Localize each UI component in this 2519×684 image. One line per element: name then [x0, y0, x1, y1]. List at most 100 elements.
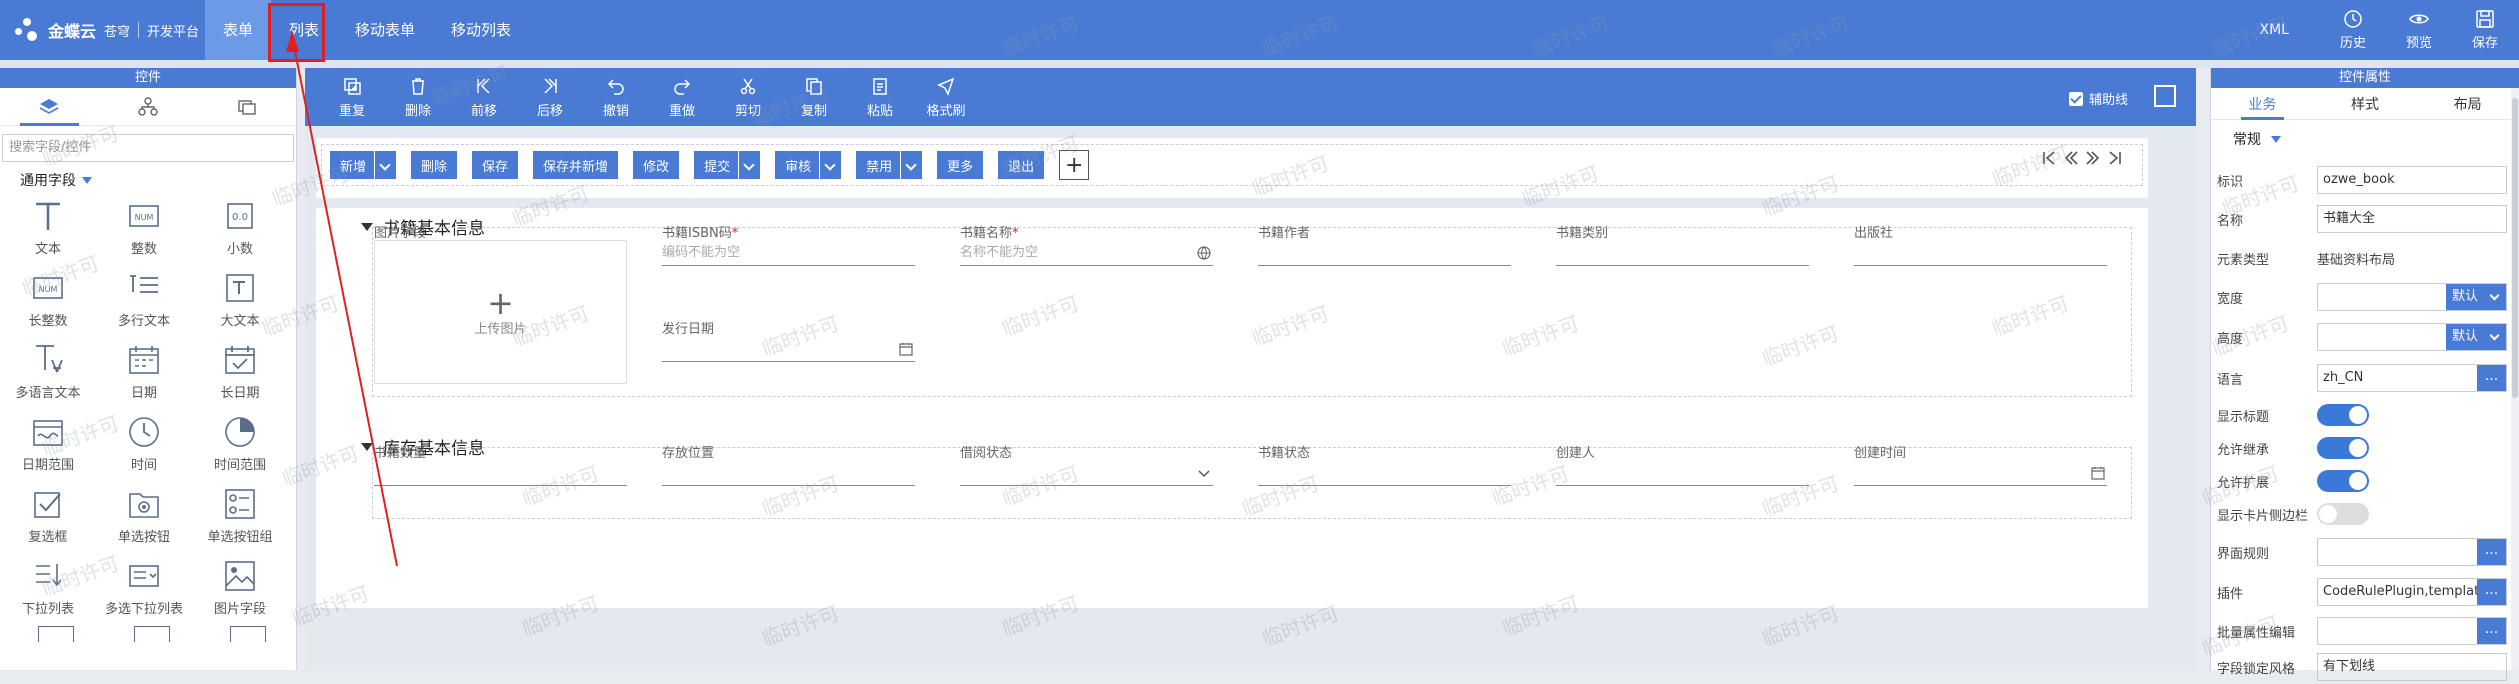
undo-button[interactable]: 撤销 [583, 76, 649, 119]
more-dots-button[interactable]: ... [2477, 365, 2506, 391]
control-item-15[interactable]: 下拉列表 [0, 558, 96, 618]
preview-button[interactable]: 预览 [2387, 9, 2451, 51]
action-button-9[interactable]: 退出 [998, 151, 1045, 179]
delete-button[interactable]: 删除 [385, 76, 451, 119]
fullscreen-icon[interactable] [2154, 85, 2176, 107]
action-button-7[interactable]: 禁用 [856, 151, 923, 179]
nav-item-3[interactable]: 移动列表 [433, 0, 529, 60]
chevron-down-icon[interactable] [1197, 466, 1211, 480]
calendar-icon[interactable] [2091, 466, 2105, 480]
field-input[interactable] [960, 460, 1213, 486]
control-item-12[interactable]: 复选框 [0, 486, 96, 546]
action-button-0[interactable]: 新增 [330, 151, 397, 179]
control-item-0[interactable]: 文本 [0, 198, 96, 258]
nav-item-2[interactable]: 移动表单 [337, 0, 433, 60]
properties-scrollbar[interactable] [2511, 88, 2519, 670]
field-input[interactable] [662, 336, 915, 362]
control-item-14[interactable]: 单选按钮组 [192, 486, 288, 546]
copy-button[interactable]: 复制 [781, 76, 847, 119]
field-input[interactable]: 编码不能为空 [662, 240, 915, 266]
tab-business[interactable]: 业务 [2211, 88, 2314, 120]
action-button-4[interactable]: 修改 [633, 151, 680, 179]
history-button[interactable]: 历史 [2321, 9, 2385, 51]
property-input[interactable]: 默认 [2317, 323, 2507, 351]
control-item-9[interactable]: 日期范围 [0, 414, 96, 474]
property-group-select[interactable]: 常规 [2211, 120, 2519, 158]
nav-item-0[interactable]: 表单 [205, 0, 272, 60]
property-input[interactable]: ... [2317, 538, 2507, 566]
more-dots-button[interactable]: ... [2477, 539, 2506, 565]
aux-line-toggle[interactable]: 辅助线 [2068, 89, 2128, 108]
action-button-6[interactable]: 审核 [775, 151, 842, 179]
action-button-3[interactable]: 保存并新增 [533, 151, 619, 179]
table-field-icon[interactable] [134, 626, 170, 642]
control-item-3[interactable]: NUM 长整数 [0, 270, 96, 330]
xml-button[interactable]: XML [2260, 22, 2289, 38]
field-input[interactable] [1556, 460, 1809, 486]
control-item-1[interactable]: NUM 整数 [96, 198, 192, 258]
control-item-6[interactable]: 多语言文本 [0, 342, 96, 402]
last-record-icon[interactable] [2107, 150, 2123, 166]
control-item-11[interactable]: 时间范围 [192, 414, 288, 474]
redo-button[interactable]: 重做 [649, 76, 715, 119]
action-button-5[interactable]: 提交 [694, 151, 761, 179]
field-input[interactable] [1258, 460, 1511, 486]
field-input[interactable] [374, 460, 627, 486]
more-dots-button[interactable]: ... [2477, 618, 2506, 644]
toggle-switch[interactable] [2317, 404, 2369, 426]
globe-icon[interactable] [1197, 246, 1211, 260]
toggle-switch[interactable] [2317, 503, 2369, 525]
property-input[interactable]: 有下划线 [2317, 653, 2507, 681]
upload-image-button[interactable]: + 上传图片 [374, 240, 627, 384]
first-record-icon[interactable] [2041, 150, 2057, 166]
control-item-17[interactable]: 图片字段 [192, 558, 288, 618]
chevron-down-icon[interactable] [738, 151, 760, 179]
property-input[interactable]: ... [2317, 617, 2507, 645]
tab-tree[interactable] [99, 88, 198, 125]
paste-button[interactable]: 粘贴 [847, 76, 913, 119]
property-input[interactable]: 书籍大全 [2317, 205, 2507, 233]
property-input[interactable]: zh_CN... [2317, 364, 2507, 392]
action-button-2[interactable]: 保存 [472, 151, 519, 179]
tab-layers[interactable] [0, 88, 99, 126]
field-input[interactable] [1556, 240, 1809, 266]
tab-templates[interactable] [197, 88, 296, 125]
action-button-1[interactable]: 删除 [411, 151, 458, 179]
format-painter-button[interactable]: 格式刷 [913, 76, 979, 119]
chevron-down-icon[interactable] [900, 151, 922, 179]
action-button-8[interactable]: 更多 [937, 151, 984, 179]
control-item-8[interactable]: 长日期 [192, 342, 288, 402]
property-input[interactable]: CodeRulePlugin,template... [2317, 578, 2507, 606]
control-item-5[interactable]: 大文本 [192, 270, 288, 330]
property-select[interactable]: 默认 [2446, 284, 2506, 310]
save-button[interactable]: 保存 [2453, 9, 2517, 51]
chevron-down-icon[interactable] [819, 151, 841, 179]
field-input[interactable] [1854, 460, 2107, 486]
next-record-icon[interactable] [2085, 150, 2101, 166]
toggle-switch[interactable] [2317, 470, 2369, 492]
move-forward-button[interactable]: 前移 [451, 76, 517, 119]
field-input[interactable]: 名称不能为空 [960, 240, 1213, 266]
move-backward-button[interactable]: 后移 [517, 76, 583, 119]
control-search-input[interactable]: 搜索字段/控件 [2, 134, 294, 162]
more-dots-button[interactable]: ... [2477, 579, 2506, 605]
control-item-13[interactable]: 单选按钮 [96, 486, 192, 546]
tab-style[interactable]: 样式 [2314, 88, 2417, 119]
control-item-2[interactable]: 0.0 小数 [192, 198, 288, 258]
control-item-7[interactable]: 日期 [96, 342, 192, 402]
control-item-4[interactable]: 多行文本 [96, 270, 192, 330]
prev-record-icon[interactable] [2063, 150, 2079, 166]
tab-layout[interactable]: 布局 [2416, 88, 2519, 119]
property-input[interactable]: ozwe_book [2317, 166, 2507, 194]
field-input[interactable] [662, 460, 915, 486]
frame-icon[interactable] [230, 626, 266, 642]
add-button-plus[interactable]: + [1059, 150, 1090, 180]
calendar-icon[interactable] [899, 342, 913, 356]
cut-button[interactable]: 剪切 [715, 76, 781, 119]
property-select[interactable]: 默认 [2446, 324, 2506, 350]
field-input[interactable] [1258, 240, 1511, 266]
control-item-16[interactable]: 多选下拉列表 [96, 558, 192, 618]
chevron-down-icon[interactable] [374, 151, 396, 179]
attachment-icon[interactable] [38, 626, 74, 642]
property-input[interactable]: 默认 [2317, 283, 2507, 311]
